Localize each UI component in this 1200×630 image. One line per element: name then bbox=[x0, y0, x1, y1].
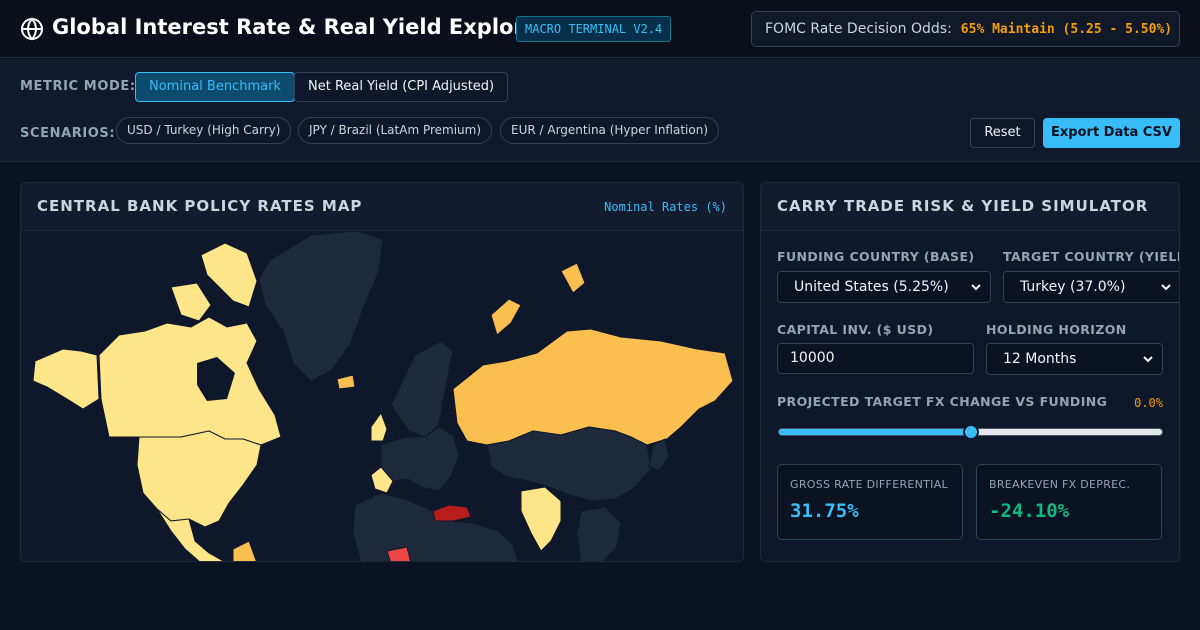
mode-nominal-button[interactable]: Nominal Benchmark bbox=[135, 72, 295, 102]
fx-slider-fill bbox=[779, 429, 971, 435]
holding-horizon-value: 12 Months bbox=[1003, 351, 1077, 367]
breakeven-value: -24.10% bbox=[989, 500, 1070, 522]
app-title: Global Interest Rate & Real Yield Explor… bbox=[52, 15, 549, 39]
globe-icon bbox=[21, 17, 43, 41]
target-country-value: Turkey (37.0%) bbox=[1020, 279, 1126, 295]
simulator-panel-title: CARRY TRADE RISK & YIELD SIMULATOR bbox=[777, 197, 1149, 215]
funding-country-select[interactable]: United States (5.25%) bbox=[777, 271, 991, 303]
fomc-odds-value: 65% Maintain (5.25 - 5.50%) bbox=[960, 22, 1173, 37]
fomc-odds-label: FOMC Rate Decision Odds: bbox=[765, 21, 952, 37]
export-csv-button[interactable]: Export Data CSV bbox=[1043, 118, 1180, 148]
fx-change-slider[interactable] bbox=[778, 424, 1163, 440]
fx-change-label: PROJECTED TARGET FX CHANGE VS FUNDING bbox=[777, 394, 1108, 409]
target-country-label: TARGET COUNTRY (YIELD) bbox=[1003, 249, 1180, 264]
map-panel-tag: Nominal Rates (%) bbox=[604, 200, 727, 214]
carry-trade-simulator-panel: CARRY TRADE RISK & YIELD SIMULATOR FUNDI… bbox=[760, 182, 1180, 562]
reset-button[interactable]: Reset bbox=[970, 118, 1035, 148]
breakeven-label: BREAKEVEN FX DEPREC. bbox=[989, 478, 1131, 491]
gross-differential-card: GROSS RATE DIFFERENTIAL 31.75% bbox=[777, 464, 963, 540]
country-canada[interactable] bbox=[98, 316, 282, 446]
capital-label: CAPITAL INV. ($ USD) bbox=[777, 322, 934, 337]
chevron-down-icon bbox=[1143, 356, 1153, 363]
breakeven-card: BREAKEVEN FX DEPREC. -24.10% bbox=[976, 464, 1162, 540]
top-bar: Global Interest Rate & Real Yield Explor… bbox=[0, 0, 1200, 58]
simulator-panel-header: CARRY TRADE RISK & YIELD SIMULATOR bbox=[761, 183, 1179, 231]
funding-country-label: FUNDING COUNTRY (BASE) bbox=[777, 249, 975, 264]
capital-input[interactable]: 10000 bbox=[777, 343, 974, 374]
target-country-select[interactable]: Turkey (37.0%) bbox=[1003, 271, 1179, 303]
gross-differential-label: GROSS RATE DIFFERENTIAL bbox=[790, 478, 948, 491]
gross-differential-value: 31.75% bbox=[790, 500, 859, 522]
holding-horizon-select[interactable]: 12 Months bbox=[986, 343, 1163, 375]
scenario-usd-turkey[interactable]: USD / Turkey (High Carry) bbox=[116, 117, 292, 144]
fomc-odds-box: FOMC Rate Decision Odds: 65% Maintain (5.… bbox=[751, 11, 1180, 47]
map-panel-header: CENTRAL BANK POLICY RATES MAP Nominal Ra… bbox=[21, 183, 743, 231]
scenario-eur-argentina[interactable]: EUR / Argentina (Hyper Inflation) bbox=[500, 117, 720, 144]
chevron-down-icon bbox=[1161, 284, 1171, 291]
fx-slider-thumb[interactable] bbox=[962, 424, 979, 440]
fx-change-value: 0.0% bbox=[1134, 396, 1163, 410]
chevron-down-icon bbox=[971, 284, 981, 291]
scenarios-label: SCENARIOS: bbox=[20, 126, 116, 141]
world-map[interactable] bbox=[21, 231, 744, 562]
scenario-jpy-brazil[interactable]: JPY / Brazil (LatAm Premium) bbox=[298, 117, 493, 144]
funding-country-value: United States (5.25%) bbox=[794, 279, 949, 295]
policy-rates-map-panel: CENTRAL BANK POLICY RATES MAP Nominal Ra… bbox=[20, 182, 744, 562]
mode-real-yield-button[interactable]: Net Real Yield (CPI Adjusted) bbox=[294, 72, 509, 102]
map-panel-title: CENTRAL BANK POLICY RATES MAP bbox=[37, 197, 363, 215]
metric-mode-label: METRIC MODE: bbox=[20, 79, 136, 94]
version-badge: MACRO TERMINAL V2.4 bbox=[516, 16, 672, 42]
holding-horizon-label: HOLDING HORIZON bbox=[986, 322, 1127, 337]
